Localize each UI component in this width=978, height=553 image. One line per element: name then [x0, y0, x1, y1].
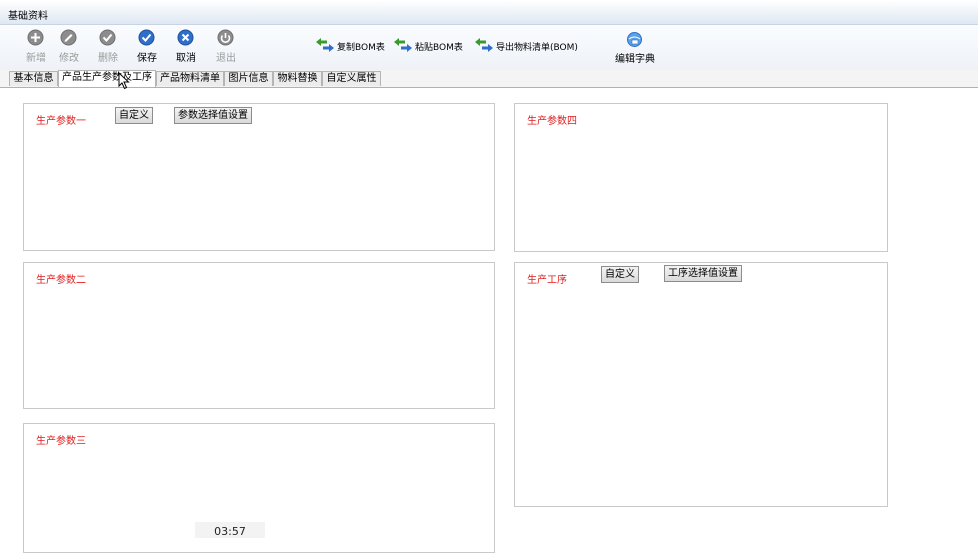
panel-process-title: 生产工序	[527, 275, 567, 286]
new-label: 新增	[26, 53, 46, 64]
cancel-button[interactable]: 取消	[169, 29, 203, 67]
process-select-values-button[interactable]: 工序选择值设置	[664, 265, 742, 282]
panel-param2-title: 生产参数二	[36, 275, 86, 286]
edit-button[interactable]: 修改	[52, 29, 86, 67]
panel-param4-title: 生产参数四	[527, 116, 577, 127]
exit-label: 退出	[216, 53, 236, 64]
save-label: 保存	[137, 53, 157, 64]
window-title: 基础资料	[8, 11, 48, 22]
tab-basic-info[interactable]: 基本信息	[9, 71, 58, 86]
panel-param1-title: 生产参数一	[36, 116, 86, 127]
exit-icon	[217, 29, 234, 46]
save-button[interactable]: 保存	[130, 29, 164, 67]
panel-process: 生产工序 自定义 工序选择值设置	[514, 262, 888, 507]
cancel-x-icon	[177, 29, 194, 46]
delete-button[interactable]: 删除	[91, 29, 125, 67]
paste-bom-label: 粘贴BOM表	[415, 43, 463, 53]
tab-production-params[interactable]: 产品生产参数及工序	[58, 70, 156, 87]
mouse-cursor-icon	[118, 72, 130, 90]
tab-images[interactable]: 图片信息	[224, 71, 273, 86]
copy-bom-label: 复制BOM表	[337, 43, 385, 53]
edit-dictionary-label: 编辑字典	[615, 54, 655, 65]
toolbar: 新增 修改 删除 保存 取消 退出 复制BOM表 粘贴BOM表 导出物料清单(B…	[0, 25, 978, 70]
panel-param2: 生产参数二	[23, 262, 495, 409]
process-custom-button[interactable]: 自定义	[601, 266, 639, 283]
tab-custom-attributes[interactable]: 自定义属性	[322, 71, 381, 86]
clock-overlay: 03:57	[195, 522, 265, 538]
tab-bar: 基本信息 产品生产参数及工序 产品物料清单 图片信息 物料替换 自定义属性	[0, 70, 978, 88]
swap-arrows-icon	[394, 38, 412, 52]
edit-dictionary-button[interactable]: 编辑字典	[610, 31, 660, 69]
cancel-label: 取消	[176, 53, 196, 64]
edit-label: 修改	[59, 53, 79, 64]
panel-param3-title: 生产参数三	[36, 436, 86, 447]
swap-arrows-icon	[316, 38, 334, 52]
exit-button[interactable]: 退出	[209, 29, 243, 67]
plus-circle-icon	[27, 29, 44, 46]
delete-label: 删除	[98, 53, 118, 64]
delete-icon	[99, 29, 116, 46]
tab-bom[interactable]: 产品物料清单	[156, 71, 224, 86]
edit-icon	[60, 29, 77, 46]
panel-param1: 生产参数一 自定义 参数选择值设置	[23, 103, 495, 251]
new-button[interactable]: 新增	[19, 29, 53, 67]
export-bom-label: 导出物料清单(BOM)	[496, 43, 578, 53]
param1-select-values-button[interactable]: 参数选择值设置	[174, 107, 252, 124]
save-check-icon	[138, 29, 155, 46]
panel-param4: 生产参数四	[514, 103, 888, 252]
tab-material-replace[interactable]: 物料替换	[273, 71, 322, 86]
param1-custom-button[interactable]: 自定义	[115, 107, 153, 124]
dictionary-globe-icon	[627, 32, 642, 47]
title-bar: 基础资料	[0, 0, 978, 25]
swap-arrows-icon	[475, 38, 493, 52]
